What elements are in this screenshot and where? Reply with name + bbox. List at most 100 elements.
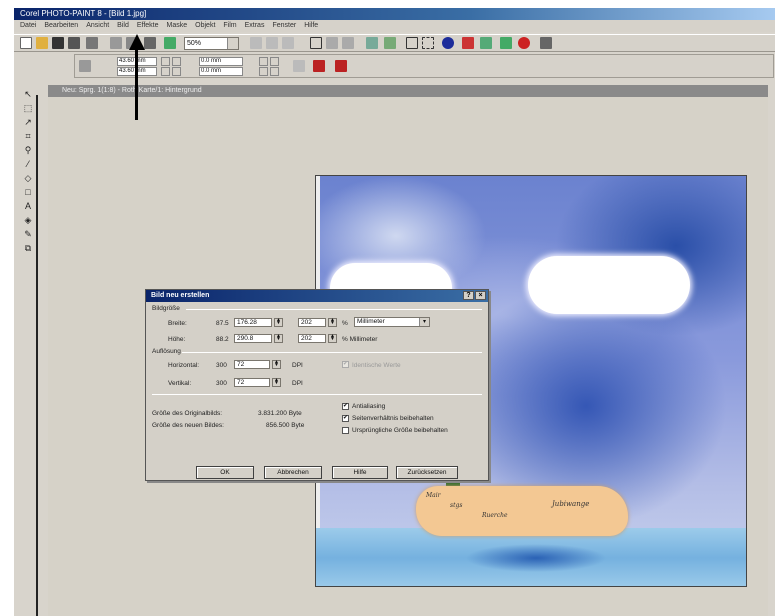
width-label: Breite:: [168, 320, 187, 327]
eyedropper-tool-icon[interactable]: ⁄: [22, 158, 34, 170]
island-label: Ruerche: [482, 512, 508, 519]
save-as-icon[interactable]: [68, 37, 80, 49]
y-spinner[interactable]: [161, 67, 170, 76]
x-spinner-2[interactable]: [172, 57, 181, 66]
cut-icon[interactable]: [110, 37, 122, 49]
menu-image[interactable]: Bild: [117, 20, 129, 32]
image-icon[interactable]: [164, 37, 176, 49]
width-spinner[interactable]: [259, 57, 268, 66]
keep-ratio-label: Seitenverhältnis beibehalten: [352, 415, 434, 422]
dialog-title-text: Bild neu erstellen: [151, 292, 210, 299]
menu-mask[interactable]: Maske: [167, 20, 188, 32]
width-percent-spinner[interactable]: ▲ ▼: [328, 318, 337, 327]
reset-icon[interactable]: [335, 60, 347, 72]
help-context-icon[interactable]: [500, 37, 512, 49]
close-button[interactable]: ×: [475, 291, 486, 300]
horizontal-input[interactable]: 72: [234, 360, 270, 369]
width-spinner[interactable]: ▲ ▼: [274, 318, 283, 327]
menu-object[interactable]: Objekt: [195, 20, 215, 32]
open-folder-icon[interactable]: [36, 37, 48, 49]
gear-icon[interactable]: [326, 37, 338, 49]
layers-icon[interactable]: [384, 37, 396, 49]
height-field[interactable]: 0.0 mm: [199, 67, 243, 76]
zoom-select[interactable]: 50%: [184, 37, 239, 50]
horizontal-spinner[interactable]: ▲ ▼: [272, 360, 281, 369]
vertical-unit: DPI: [292, 380, 303, 387]
crop-tool-icon[interactable]: ⌗: [22, 130, 34, 142]
height-spinner[interactable]: ▲ ▼: [274, 334, 283, 343]
vertical-label: Vertikal:: [168, 380, 192, 387]
identical-values-checkbox[interactable]: ✔: [342, 361, 349, 368]
menu-help[interactable]: Hilfe: [304, 20, 318, 32]
ok-button[interactable]: OK: [196, 466, 254, 479]
clone-tool-icon[interactable]: ⧉: [22, 242, 34, 254]
rectangle-icon[interactable]: [406, 37, 418, 49]
x-spinner[interactable]: [161, 57, 170, 66]
help-button[interactable]: Hilfe: [332, 466, 388, 479]
eraser-tool-icon[interactable]: ◇: [22, 172, 34, 184]
height-percent-spinner[interactable]: ▲ ▼: [328, 334, 337, 343]
menu-tools[interactable]: Extras: [245, 20, 265, 32]
width-field[interactable]: 0.0 mm: [199, 57, 243, 66]
vertical-input[interactable]: 72: [234, 378, 270, 387]
zoom-in-icon[interactable]: [250, 37, 262, 49]
window-icon[interactable]: [310, 37, 322, 49]
grid-icon[interactable]: [342, 37, 354, 49]
keep-size-checkbox[interactable]: [342, 427, 349, 434]
height-input[interactable]: 290.8: [234, 334, 272, 343]
zoom-out-icon[interactable]: [266, 37, 278, 49]
save-icon[interactable]: [52, 37, 64, 49]
width-percent-input[interactable]: 202: [298, 318, 326, 327]
height-spinner[interactable]: [259, 67, 268, 76]
rectangle-tool-icon[interactable]: □: [22, 186, 34, 198]
zoom-tool-icon[interactable]: ⚲: [22, 144, 34, 156]
pick-tool-icon[interactable]: ↖: [22, 88, 34, 100]
document-title[interactable]: Neu: Sprg. 1(1:8) - Roth Karte/1: Hinter…: [48, 85, 768, 97]
unit-dropdown[interactable]: Millimeter: [354, 317, 430, 327]
brush-icon[interactable]: [366, 37, 378, 49]
brush-tool-icon[interactable]: ✎: [22, 228, 34, 240]
options-icon[interactable]: [540, 37, 552, 49]
cancel-button[interactable]: Abbrechen: [264, 466, 322, 479]
height-unit: % Millimeter: [342, 336, 378, 343]
width-input[interactable]: 176.28: [234, 318, 272, 327]
menu-edit[interactable]: Bearbeiten: [44, 20, 78, 32]
height-original: 88.2: [216, 336, 229, 343]
zoom-fit-icon[interactable]: [282, 37, 294, 49]
vertical-spinner[interactable]: ▲ ▼: [272, 378, 281, 387]
height-spinner-2[interactable]: [270, 67, 279, 76]
mask-transform-icon[interactable]: ↗: [22, 116, 34, 128]
new-file-icon[interactable]: [20, 37, 32, 49]
resample-dialog: Bild neu erstellen ? × Bildgröße Breite:…: [145, 289, 489, 481]
print-icon[interactable]: [86, 37, 98, 49]
info-icon[interactable]: [442, 37, 454, 49]
paste-icon[interactable]: [144, 37, 156, 49]
fill-tool-icon[interactable]: ◈: [22, 214, 34, 226]
mask-icon[interactable]: [422, 37, 434, 49]
y-spinner-2[interactable]: [172, 67, 181, 76]
height-percent-input[interactable]: 202: [298, 334, 326, 343]
menu-effects[interactable]: Effekte: [137, 20, 159, 32]
lock-icon[interactable]: [293, 60, 305, 72]
reset-button[interactable]: Zurücksetzen: [396, 466, 458, 479]
horizontal-original: 300: [216, 362, 227, 369]
menu-window[interactable]: Fenster: [272, 20, 296, 32]
text-tool-icon[interactable]: A: [22, 200, 34, 212]
group-image-size-label: Bildgröße: [152, 305, 180, 312]
keep-ratio-checkbox[interactable]: ✔: [342, 415, 349, 422]
apply-icon[interactable]: [313, 60, 325, 72]
help-question-button[interactable]: ?: [463, 291, 474, 300]
antialiasing-checkbox[interactable]: ✔: [342, 403, 349, 410]
mask-tool-icon[interactable]: ⬚: [22, 102, 34, 114]
color-icon[interactable]: [462, 37, 474, 49]
menu-file[interactable]: Datei: [20, 20, 36, 32]
stop-icon[interactable]: [518, 37, 530, 49]
width-spinner-2[interactable]: [270, 57, 279, 66]
menu-movie[interactable]: Film: [223, 20, 236, 32]
new-size-value: 856.500 Byte: [266, 422, 305, 429]
film-icon[interactable]: [480, 37, 492, 49]
property-bar: 43.60 mm 43.60 mm 0.0 mm 0.0 mm: [74, 54, 774, 78]
island-label: Jubiwange: [552, 500, 590, 508]
menu-view[interactable]: Ansicht: [86, 20, 109, 32]
width-percent-unit: %: [342, 320, 348, 327]
